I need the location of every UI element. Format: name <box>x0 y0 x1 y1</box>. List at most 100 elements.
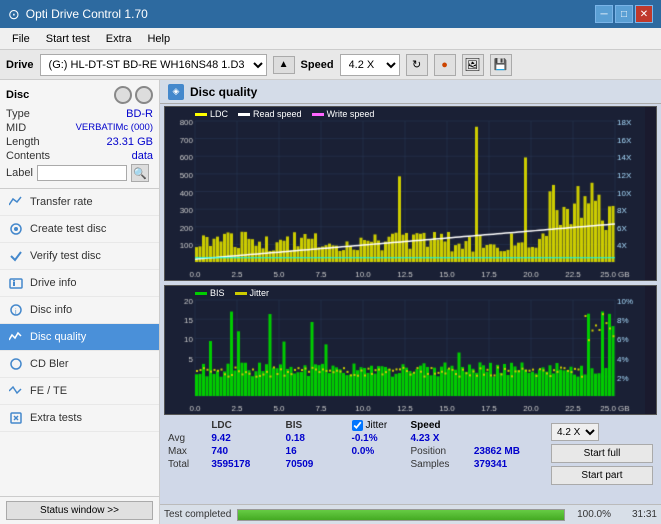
drive-bar: Drive (G:) HL-DT-ST BD-RE WH16NS48 1.D3 … <box>0 50 661 80</box>
nav-create-test-disc[interactable]: Create test disc <box>0 216 159 243</box>
jitter-checkbox-row: Jitter <box>352 420 403 431</box>
stats-header-row: LDC BIS Jitter Speed <box>164 419 543 432</box>
status-text: Test completed <box>164 509 231 520</box>
minimize-button[interactable]: ─ <box>595 5 613 23</box>
nav-cd-bler-label: CD Bler <box>30 358 69 370</box>
menu-file[interactable]: File <box>4 31 38 47</box>
menu-start-test[interactable]: Start test <box>38 31 98 47</box>
total-ldc: 3595178 <box>203 458 277 471</box>
nav-fe-te[interactable]: FE / TE <box>0 378 159 405</box>
sidebar: Disc Type BD-R MID VERBATIMc (000) Lengt… <box>0 80 160 524</box>
max-bis: 16 <box>278 445 337 458</box>
speed-combo-select[interactable]: 4.2 X <box>551 423 599 441</box>
nav-transfer-rate-label: Transfer rate <box>30 196 93 208</box>
burn-button[interactable]: ● <box>434 54 456 76</box>
main-area: Disc Type BD-R MID VERBATIMc (000) Lengt… <box>0 80 661 524</box>
nav-verify-test-disc[interactable]: Verify test disc <box>0 243 159 270</box>
create-test-disc-icon <box>8 221 24 237</box>
menu-bar: File Start test Extra Help <box>0 28 661 50</box>
label-input[interactable] <box>37 165 127 181</box>
disc-info-icon: i <box>8 302 24 318</box>
label-button[interactable]: 🔍 <box>131 164 149 182</box>
menu-extra[interactable]: Extra <box>98 31 140 47</box>
disc-quality-icon <box>8 329 24 345</box>
samples-value: 379341 <box>470 458 543 471</box>
refresh-button[interactable]: ↻ <box>406 54 428 76</box>
total-bis: 70509 <box>278 458 337 471</box>
progress-bar-inner <box>238 510 564 520</box>
progress-text: 100.0% <box>571 509 611 520</box>
legend-read-speed-label: Read speed <box>253 109 302 119</box>
total-label: Total <box>164 458 203 471</box>
type-value: BD-R <box>126 108 153 120</box>
legend-bis-label: BIS <box>210 288 225 298</box>
bis-legend: BIS Jitter <box>195 288 269 298</box>
stats-total-row: Total 3595178 70509 Samples 379341 <box>164 458 543 471</box>
jitter-label: Jitter <box>366 420 388 431</box>
disc-panel: Disc Type BD-R MID VERBATIMc (000) Lengt… <box>0 80 159 189</box>
contents-label: Contents <box>6 150 50 162</box>
legend-jitter: Jitter <box>235 288 270 298</box>
drive-select[interactable]: (G:) HL-DT-ST BD-RE WH16NS48 1.D3 <box>40 54 267 76</box>
close-button[interactable]: ✕ <box>635 5 653 23</box>
disc-quality-header-icon: ◈ <box>168 84 184 100</box>
contents-value: data <box>132 150 153 162</box>
start-full-button[interactable]: Start full <box>551 444 653 463</box>
extra-tests-icon <box>8 410 24 426</box>
bis-header: BIS <box>278 419 337 432</box>
max-label: Max <box>164 445 203 458</box>
legend-write-speed-label: Write speed <box>327 109 375 119</box>
maximize-button[interactable]: □ <box>615 5 633 23</box>
speed-select[interactable]: 4.2 X <box>340 54 400 76</box>
fe-te-icon <box>8 383 24 399</box>
nav-transfer-rate[interactable]: Transfer rate <box>0 189 159 216</box>
speed-combo: 4.2 X <box>551 423 653 441</box>
jitter-checkbox[interactable] <box>352 420 363 431</box>
max-ldc: 740 <box>203 445 277 458</box>
nav-extra-tests-label: Extra tests <box>30 412 82 424</box>
legend-jitter-color <box>235 292 247 295</box>
eject-icon[interactable]: ▲ <box>273 56 295 74</box>
speed-label: Speed <box>301 59 334 71</box>
content-area: ◈ Disc quality LDC Read speed <box>160 80 661 524</box>
nav-drive-info[interactable]: Drive info <box>0 270 159 297</box>
legend-write-speed-color <box>312 113 324 116</box>
nav-drive-info-label: Drive info <box>30 277 76 289</box>
bis-canvas <box>165 286 645 414</box>
verify-test-disc-icon <box>8 248 24 264</box>
menu-help[interactable]: Help <box>139 31 178 47</box>
save-button[interactable]: 💾 <box>490 54 512 76</box>
length-label: Length <box>6 136 40 148</box>
title-bar-controls: ─ □ ✕ <box>595 5 653 23</box>
nav-items: Transfer rate Create test disc Verify te… <box>0 189 159 496</box>
legend-bis: BIS <box>195 288 225 298</box>
avg-bis: 0.18 <box>278 432 337 445</box>
nav-extra-tests[interactable]: Extra tests <box>0 405 159 432</box>
drive-label: Drive <box>6 59 34 71</box>
settings-button[interactable]: 🖼 <box>462 54 484 76</box>
bis-chart: BIS Jitter <box>164 285 657 415</box>
title-bar-left: ⊙ Opti Drive Control 1.70 <box>8 6 148 23</box>
nav-cd-bler[interactable]: CD Bler <box>0 351 159 378</box>
ldc-chart: LDC Read speed Write speed <box>164 106 657 281</box>
status-window-button[interactable]: Status window >> <box>6 501 153 520</box>
legend-ldc-label: LDC <box>210 109 228 119</box>
position-label: Position <box>406 445 469 458</box>
stats-table: LDC BIS Jitter Speed <box>164 419 543 489</box>
stats-max-row: Max 740 16 0.0% Position 23862 MB <box>164 445 543 458</box>
start-part-button[interactable]: Start part <box>551 466 653 485</box>
mid-value: VERBATIMc (000) <box>76 122 153 134</box>
label-label: Label <box>6 167 33 179</box>
nav-disc-info[interactable]: i Disc info <box>0 297 159 324</box>
nav-disc-quality-label: Disc quality <box>30 331 86 343</box>
ldc-header: LDC <box>203 419 277 432</box>
disc-icon <box>114 86 132 104</box>
nav-create-test-disc-label: Create test disc <box>30 223 106 235</box>
speed-value: 4.23 X <box>406 432 469 445</box>
avg-ldc: 9.42 <box>203 432 277 445</box>
charts-area: LDC Read speed Write speed <box>160 104 661 504</box>
stats-avg-row: Avg 9.42 0.18 -0.1% 4.23 X <box>164 432 543 445</box>
nav-disc-quality[interactable]: Disc quality <box>0 324 159 351</box>
legend-ldc: LDC <box>195 109 228 119</box>
transfer-rate-icon <box>8 194 24 210</box>
